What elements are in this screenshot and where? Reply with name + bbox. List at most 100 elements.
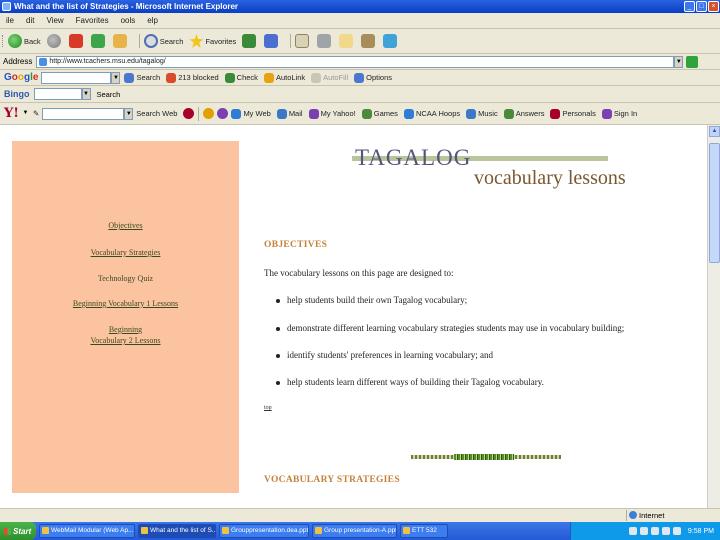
logo-subtitle: vocabulary lessons (474, 167, 626, 189)
popup-blocker-button[interactable]: 213 blocked (166, 72, 219, 83)
objective-item: help students build their own Tagalog vo… (287, 295, 468, 305)
answers-icon (503, 108, 514, 119)
taskbar-item-ett532[interactable]: ETT 532 (400, 524, 448, 538)
refresh-icon (90, 34, 105, 48)
personals-label: Personals (562, 109, 596, 118)
search-label: Search (159, 36, 184, 46)
menu-view[interactable]: View (40, 16, 69, 25)
music-button[interactable]: Music (466, 108, 498, 119)
window-title: What and the list of Strategies - Micros… (14, 2, 239, 11)
scroll-thumb[interactable] (709, 143, 720, 263)
taskbar-item-ie-window[interactable]: What and the list of S... (138, 524, 216, 538)
menu-favorites[interactable]: Favorites (70, 16, 115, 25)
yahoo-logo[interactable]: Y! (4, 106, 19, 121)
status-bar: Internet (0, 508, 720, 522)
objectives-heading: OBJECTIVES (264, 240, 328, 250)
yahoo-search-dropdown[interactable]: ▼ (124, 107, 134, 120)
tray-update-icon[interactable] (672, 527, 681, 535)
tray-volume-icon[interactable] (639, 527, 648, 535)
ncaa-hoops-button[interactable]: NCAA Hoops (403, 108, 460, 119)
address-label: Address (3, 57, 33, 66)
tray-network-icon[interactable] (628, 527, 637, 535)
yahoo-menu-dropdown[interactable]: ▼ (21, 108, 30, 120)
my-web-button[interactable]: My Web (231, 108, 271, 119)
options-button[interactable]: Options (354, 72, 392, 83)
toolbar-grip[interactable] (2, 35, 5, 47)
top-link[interactable]: top (264, 405, 272, 411)
menu-file[interactable]: ile (0, 16, 20, 25)
answers-button[interactable]: Answers (503, 108, 544, 119)
yahoo-search-input[interactable] (42, 107, 125, 120)
antispy-icon[interactable] (217, 108, 229, 119)
history-button[interactable] (264, 34, 280, 48)
messenger-button[interactable] (383, 34, 399, 48)
sign-in-label: Sign In (613, 109, 638, 118)
edit-button[interactable] (339, 34, 355, 48)
nav-link-objectives[interactable]: Objectives (12, 221, 239, 231)
taskbar-item-webmail[interactable]: WebMail Modular (Web Ap... (39, 524, 135, 538)
google-search-input[interactable] (41, 71, 112, 84)
bullet-dot (276, 381, 280, 385)
autolink-button[interactable]: AutoLink (263, 72, 305, 83)
mail-button[interactable] (295, 34, 311, 48)
address-input[interactable]: http://www.tcachers.msu.edu/tagalog/ (36, 55, 675, 68)
vertical-scrollbar[interactable]: ▲ ▼ (707, 125, 720, 522)
home-icon (112, 34, 127, 48)
sidebar: Objectives Vocabulary Strategies Technol… (12, 141, 239, 493)
bookmark-icon[interactable] (183, 108, 195, 119)
maximize-button[interactable]: □ (696, 1, 707, 12)
taskbar-item-ppt-1[interactable]: Grouppresentation.dea.ppt (219, 524, 309, 538)
menu-edit[interactable]: dit (20, 16, 40, 25)
address-dropdown-button[interactable]: ▼ (674, 55, 684, 68)
taskbar-item-ppt-2[interactable]: Group presentation-A.ppt (312, 524, 397, 538)
back-button[interactable]: Back (8, 34, 41, 48)
nav-link-beginning[interactable]: Beginning (12, 325, 239, 335)
media-button[interactable] (242, 34, 258, 48)
scroll-up-button[interactable]: ▲ (709, 126, 720, 137)
personals-button[interactable]: Personals (550, 108, 596, 119)
favorites-star-icon (189, 34, 204, 48)
google-dropdown-button[interactable]: ▼ (111, 71, 121, 84)
nav-link-beginning-vocabulary-2[interactable]: Vocabulary 2 Lessons (12, 336, 239, 346)
options-label: Options (366, 73, 392, 82)
sign-in-button[interactable]: Sign In (601, 108, 638, 119)
menu-help[interactable]: elp (141, 16, 164, 25)
start-button[interactable]: Start (0, 522, 36, 540)
bingo-search-button[interactable]: Search (97, 90, 121, 99)
refresh-button[interactable] (90, 34, 107, 48)
address-bar: Address http://www.tcachers.msu.edu/taga… (0, 54, 720, 70)
discuss-button[interactable] (361, 34, 377, 48)
close-button[interactable]: × (708, 1, 719, 12)
taskbar: Start WebMail Modular (Web Ap... What an… (0, 522, 720, 540)
my-yahoo-button[interactable]: My Yahoo! (308, 108, 356, 119)
menu-tools[interactable]: ools (115, 16, 142, 25)
pencil-icon[interactable]: ✎ (33, 109, 39, 118)
nav-link-technology-quiz[interactable]: Technology Quiz (12, 274, 239, 284)
tray-messenger-icon[interactable] (661, 527, 670, 535)
nav-link-vocabulary-strategies[interactable]: Vocabulary Strategies (12, 248, 239, 258)
back-label: Back (24, 36, 41, 46)
bingo-search-input[interactable] (33, 88, 82, 100)
tray-security-icon[interactable] (650, 527, 659, 535)
home-button[interactable] (112, 34, 129, 48)
bingo-dropdown-button[interactable]: ▼ (81, 88, 91, 100)
spell-check-button[interactable]: Check (224, 72, 258, 83)
search-button[interactable]: Search (143, 34, 184, 48)
google-search-button[interactable]: Search (124, 72, 160, 83)
games-button[interactable]: Games (361, 108, 398, 119)
mail-label: Mail (288, 109, 303, 118)
history-icon (264, 34, 279, 48)
print-button[interactable] (317, 34, 333, 48)
autofill-button[interactable]: AutoFill (311, 72, 348, 83)
stop-button[interactable] (68, 34, 85, 48)
title-bar: What and the list of Strategies - Micros… (0, 0, 720, 13)
go-button[interactable] (686, 55, 699, 68)
minimize-button[interactable]: _ (684, 1, 695, 12)
forward-button[interactable] (46, 34, 63, 48)
messenger-icon (383, 34, 398, 48)
favorites-button[interactable]: Favorites (189, 34, 236, 48)
mail-toolbar-button[interactable]: Mail (276, 108, 303, 119)
search-web-button[interactable]: Search Web (136, 109, 177, 118)
nav-link-beginning-vocabulary-1[interactable]: Beginning Vocabulary 1 Lessons (12, 299, 239, 309)
highlight-icon[interactable] (203, 108, 215, 119)
